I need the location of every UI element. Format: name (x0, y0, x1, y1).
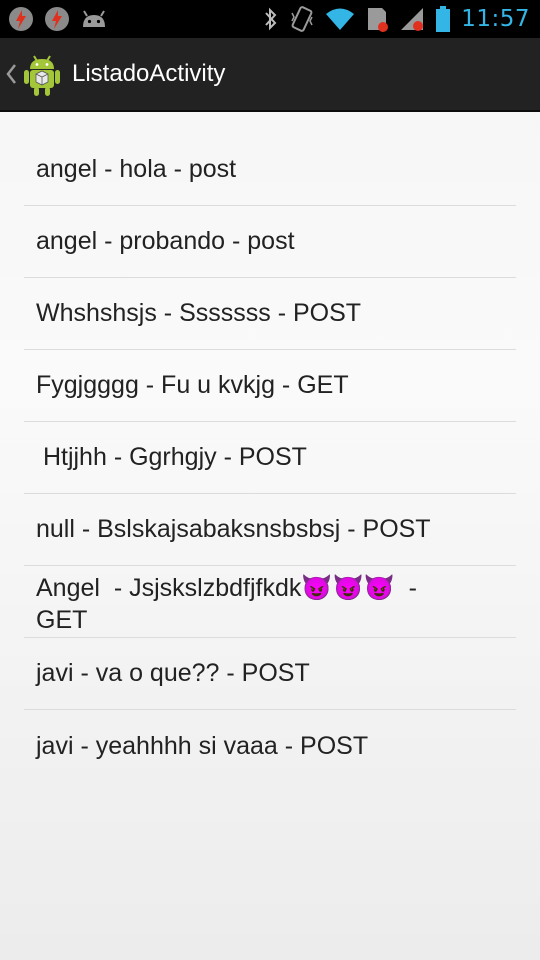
list-item[interactable]: null - Bslskajsabaksnsbsbsj - POST (24, 494, 516, 566)
wifi-icon (326, 8, 355, 30)
list-item-text: angel - hola - post (36, 155, 237, 183)
list-item[interactable]: angel - probando - post (24, 206, 516, 278)
list-item-text: Htjjhh - Ggrhgjy - POST (36, 443, 307, 471)
list-item[interactable]: javi - va o que?? - POST (24, 638, 516, 710)
status-clock: 11:57 (461, 6, 530, 32)
list-item[interactable]: Whshshsjs - Sssssss - POST (24, 278, 516, 350)
list-item[interactable]: Angel - Jsjskslzbdfjfkdk😈😈😈 - GET (24, 566, 516, 638)
flash-icon (9, 7, 33, 31)
page-title: ListadoActivity (72, 60, 226, 87)
list-item-text: Angel - Jsjskslzbdfjfkdk😈😈😈 - GET (36, 574, 424, 634)
list-item-text: angel - probando - post (36, 227, 295, 255)
list-item-text: javi - va o que?? - POST (36, 659, 310, 687)
signal-icon (401, 8, 424, 31)
flash-icon (45, 7, 69, 31)
list-item[interactable]: javi - yeahhhh si vaaa - POST (24, 710, 516, 782)
list-item-text: Whshshsjs - Sssssss - POST (36, 299, 362, 327)
request-list: angel - hola - post angel - probando - p… (24, 134, 516, 782)
list-item-text: null - Bslskajsabaksnsbsbsj - POST (36, 515, 431, 543)
bluetooth-icon (265, 7, 277, 31)
status-bar: 11:57 (0, 0, 540, 38)
list-item[interactable]: angel - hola - post (24, 134, 516, 206)
sd-card-icon (368, 8, 389, 32)
list-item-text: javi - yeahhhh si vaaa - POST (36, 731, 369, 760)
list-item[interactable]: Htjjhh - Ggrhgjy - POST (24, 422, 516, 494)
battery-icon (436, 6, 451, 32)
home-up-button[interactable] (0, 51, 62, 97)
list-item-text: Fygjgggg - Fu u kvkjg - GET (36, 371, 349, 399)
vibrate-icon (291, 6, 313, 32)
android-debug-icon (83, 10, 105, 27)
list-item[interactable]: Fygjgggg - Fu u kvkjg - GET (24, 350, 516, 422)
chevron-left-icon (6, 64, 16, 84)
android-logo-icon (24, 55, 60, 96)
action-bar: ListadoActivity (0, 38, 540, 112)
